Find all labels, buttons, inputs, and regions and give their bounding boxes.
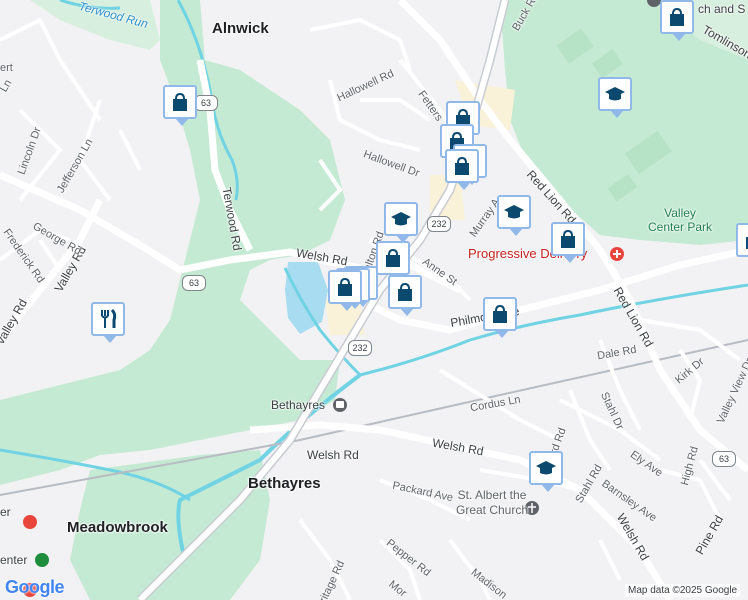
marker-shopping-bag[interactable] — [551, 222, 585, 263]
town-label-alnwick: Alnwick — [212, 20, 269, 37]
fork-knife-icon — [101, 308, 117, 328]
marker-shopping-bag[interactable] — [388, 275, 422, 316]
route-shield: 232 — [348, 340, 372, 356]
graduation-cap-icon — [391, 212, 411, 226]
marker-school[interactable] — [497, 195, 531, 236]
town-label-meadowbrook: Meadowbrook — [67, 519, 168, 536]
route-shield: 232 — [427, 216, 451, 232]
shopping-bag-icon — [386, 248, 400, 267]
poi-label-station[interactable]: Bethayres — [271, 398, 325, 412]
map-canvas[interactable]: Alnwick Bethayres Meadowbrook Terwood Ru… — [0, 0, 748, 600]
graduation-cap-icon — [504, 205, 524, 219]
marker-school[interactable] — [598, 77, 632, 118]
shopping-bag-icon — [455, 156, 469, 175]
street-label: ert — [0, 62, 13, 74]
route-shield: 63 — [194, 95, 218, 111]
park-label-valley-center[interactable]: Valley Center Park — [648, 206, 712, 234]
map-data-attribution[interactable]: Map data ©2025 Google — [625, 584, 741, 597]
marker-shopping-bag[interactable] — [660, 0, 694, 41]
poi-label-church[interactable]: St. Albert the Great Church — [456, 488, 528, 518]
hospital-marker — [23, 515, 37, 529]
marker-shopping-bag[interactable] — [328, 270, 362, 311]
shopping-bag-icon — [670, 7, 684, 26]
shopping-bag-icon — [338, 277, 352, 296]
graduation-cap-icon — [605, 87, 625, 101]
shopping-bag-icon — [398, 282, 412, 301]
street-label: Welsh Rd — [307, 448, 359, 462]
marker-shopping-bag[interactable] — [163, 85, 197, 126]
marker-shopping-bag[interactable] — [445, 149, 479, 190]
marker-shopping-bag[interactable] — [483, 297, 517, 338]
poi-label-partial: er — [0, 505, 11, 519]
marker-shopping-bag[interactable] — [376, 241, 410, 282]
marker-school[interactable] — [529, 451, 563, 492]
shopping-bag-icon — [493, 304, 507, 323]
marker-shopping-bag[interactable] — [736, 223, 748, 257]
poi-label-partial: ch and S — [698, 2, 746, 16]
town-label-bethayres: Bethayres — [248, 475, 321, 492]
pond — [285, 262, 328, 334]
google-logo-text: Google — [5, 577, 65, 597]
poi-label-partial: enter — [0, 553, 28, 567]
shopping-bag-icon — [746, 237, 748, 249]
shopping-bag-icon — [561, 229, 575, 248]
graduation-cap-icon — [536, 461, 556, 475]
shopping-bag-icon — [173, 92, 187, 111]
route-shield: 63 — [182, 275, 206, 291]
marker-school[interactable] — [384, 202, 418, 243]
google-logo: Google — [5, 577, 65, 598]
medical-center-marker — [35, 553, 49, 567]
marker-restaurant[interactable] — [91, 302, 125, 343]
route-shield: 63 — [712, 451, 736, 467]
